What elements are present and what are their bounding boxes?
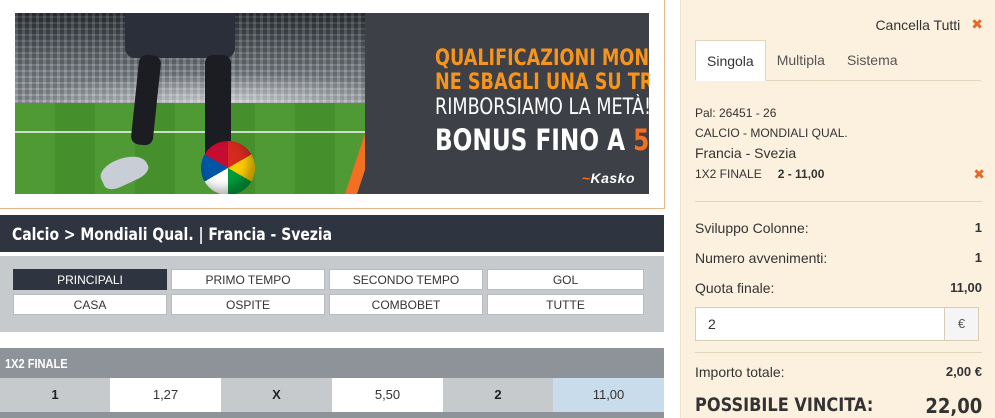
tab-singola[interactable]: Singola [695,40,766,81]
total-label: Importo totale: [695,364,785,380]
market-filter-panel: PRINCIPALI PRIMO TEMPO SECONDO TEMPO GOL… [0,256,664,332]
match-name: Francia - Svezia [695,145,797,161]
kasko-logo: ~Kasko [582,170,635,186]
cancel-all-button[interactable]: Cancella Tutti ✖ [875,16,983,33]
market-filter-row-2: CASA OSPITE COMBOBET TUTTE [13,294,664,315]
odds-value-x[interactable]: 5,50 [332,378,443,412]
stake-field: € [695,307,979,341]
promo-line-4: BONUS FINO A 50€ [435,123,649,157]
summary-value: 11,00 [950,280,982,295]
cancel-all-label: Cancella Tutti [875,16,961,33]
odds-label-1: 1 [0,378,110,412]
odds-market-header: 1X2 FINALE [0,348,664,378]
selection-pick: 2 - 11,00 [777,167,825,181]
market-tab-ospite[interactable]: OSPITE [171,294,325,315]
main-content: QUALIFICAZIONI MONDIALI NE SBAGLI UNA SU… [0,0,665,418]
player-image [125,13,235,58]
market-tab-tutte[interactable]: TUTTE [487,294,644,315]
pal-number: Pal: 26451 - 26 [695,106,777,120]
summary-row-colonne: Sviluppo Colonne: 1 [695,220,982,236]
promo-line-3: RIMBORSIAMO LA METÀ! [435,95,649,120]
selection-line: 1X2 FINALE 2 - 11,00 ✖ [695,163,985,185]
market-tab-primo-tempo[interactable]: PRIMO TEMPO [171,269,325,290]
tab-multipla[interactable]: Multipla [766,40,836,80]
odds-market-title: 1X2 FINALE [5,356,68,371]
competition-name: CALCIO - MONDIALI QUAL. [695,126,848,140]
remove-selection-icon[interactable]: ✖ [973,163,985,185]
market-tab-principali[interactable]: PRINCIPALI [13,269,167,290]
possible-win-value: 22,00 [925,394,982,418]
possible-win-label: POSSIBILE VINCITA: [695,394,874,416]
summary-label: Sviluppo Colonne: [695,220,809,236]
promo-line-2: NE SBAGLI UNA SU TRE? [435,70,649,95]
odds-value-2[interactable]: 11,00 [553,378,664,412]
market-tab-secondo-tempo[interactable]: SECONDO TEMPO [329,269,483,290]
total-row: Importo totale: 2,00 € [695,364,982,380]
market-filter-row-1: PRINCIPALI PRIMO TEMPO SECONDO TEMPO GOL [13,269,664,290]
market-tab-gol[interactable]: GOL [487,269,644,290]
promo-banner-frame: QUALIFICAZIONI MONDIALI NE SBAGLI UNA SU… [0,0,665,209]
bet-slip: Cancella Tutti ✖ Singola Multipla Sistem… [680,0,995,418]
total-value: 2,00 € [945,364,982,379]
promo-banner[interactable]: QUALIFICAZIONI MONDIALI NE SBAGLI UNA SU… [15,13,649,194]
selection-detail: 1X2 FINALE 2 - 11,00 [695,163,824,185]
promo-text-panel: QUALIFICAZIONI MONDIALI NE SBAGLI UNA SU… [365,13,649,194]
tab-sistema[interactable]: Sistema [836,40,909,80]
promo-line-1: QUALIFICAZIONI MONDIALI [435,46,649,71]
event-breadcrumb: Calcio > Mondiali Qual. | Francia - Svez… [0,215,664,252]
divider [695,352,982,353]
market-tab-combobet[interactable]: COMBOBET [329,294,483,315]
selection-market: 1X2 FINALE [695,167,762,181]
odds-value-1[interactable]: 1,27 [110,378,221,412]
odds-label-2: 2 [443,378,553,412]
page: QUALIFICAZIONI MONDIALI NE SBAGLI UNA SU… [0,0,995,418]
event-breadcrumb-text: Calcio > Mondiali Qual. | Francia - Svez… [12,225,333,245]
summary-label: Numero avvenimenti: [695,250,828,266]
summary-value: 1 [974,250,982,265]
summary-label: Quota finale: [695,280,775,296]
stake-input[interactable] [696,308,944,340]
promo-line-4-prefix: BONUS FINO A [435,123,634,157]
odds-next-row [0,412,664,418]
kasko-logo-text: Kasko [590,170,635,186]
summary-row-quota: Quota finale: 11,00 [695,280,982,296]
close-icon[interactable]: ✖ [971,16,983,33]
possible-win-row: POSSIBILE VINCITA: 22,00 [695,394,982,418]
promo-bonus-amount: 50€ [633,123,649,157]
market-tab-casa[interactable]: CASA [13,294,167,315]
summary-value: 1 [974,220,982,235]
odds-row: 1 1,27 X 5,50 2 11,00 [0,378,664,412]
bet-selection: Pal: 26451 - 26 CALCIO - MONDIALI QUAL. … [695,103,985,185]
divider [695,201,982,202]
flags-ball-image [201,141,255,194]
odds-label-x: X [221,378,332,412]
currency-euro-icon: € [944,308,978,340]
summary-row-avvenimenti: Numero avvenimenti: 1 [695,250,982,266]
bet-type-tabs: Singola Multipla Sistema [695,40,981,81]
